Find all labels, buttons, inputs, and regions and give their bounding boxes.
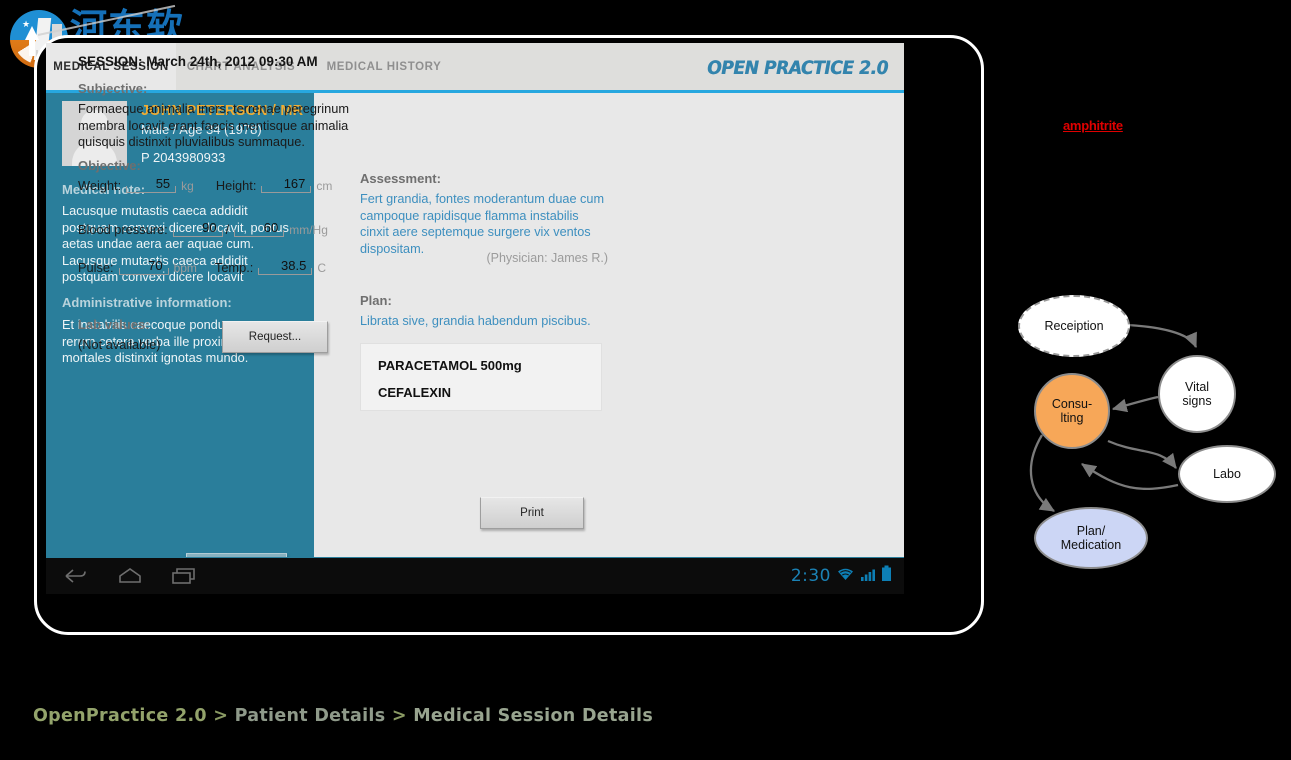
workflow-diagram: Receiption Vital signs Consu-lting Labo P… <box>1010 285 1282 585</box>
print-button[interactable]: Print <box>480 497 584 529</box>
breadcrumb-item-session-details: Medical Session Details <box>413 706 654 726</box>
session-header: SESSION: March 24th, 2012 09:30 AM <box>78 54 318 69</box>
wifi-icon <box>836 566 855 587</box>
flow-node-plan-medication[interactable]: Plan/Medication <box>1034 507 1148 569</box>
request-button[interactable]: Request... <box>222 321 328 353</box>
medication-item: CEFALEXIN <box>378 385 451 400</box>
height-input[interactable]: 167 <box>261 173 312 193</box>
patient-id: P 2043980933 <box>141 150 226 165</box>
flow-node-vital-line2: signs <box>1182 394 1212 408</box>
weight-label: Weight: <box>78 178 122 193</box>
tablet-screen: MEDICAL SESSION CHART ANALYSIS MEDICAL H… <box>46 43 904 557</box>
breadcrumb-item-app[interactable]: OpenPractice 2.0 <box>33 706 207 726</box>
pulse-label: Pulse: <box>78 260 114 275</box>
tab-medical-history[interactable]: MEDICAL HISTORY <box>314 43 454 90</box>
temp-input[interactable]: 38.5 <box>258 255 313 275</box>
back-arrow-icon[interactable] <box>62 566 88 591</box>
status-clock: 2:30 <box>790 566 831 586</box>
physician-attribution: (Physician: James R.) <box>486 251 608 265</box>
subjective-heading: Subjective: <box>78 81 148 96</box>
weight-height-row: Weight: 55 kg Height: 167 cm <box>78 173 332 193</box>
plan-text: Librata sive, grandia habendum piscibus. <box>360 314 591 328</box>
bp-diastolic-input[interactable]: 60 <box>234 217 285 237</box>
status-area: 2:30 <box>791 565 892 587</box>
lab-values-text: (Not available) <box>78 337 161 352</box>
flow-node-labo-label: Labo <box>1213 467 1241 481</box>
flow-node-vital-signs[interactable]: Vital signs <box>1158 355 1236 433</box>
objective-heading: Objective: <box>78 158 141 173</box>
weight-unit: kg <box>181 179 194 193</box>
medication-item: PARACETAMOL 500mg <box>378 358 522 373</box>
bp-separator: / <box>225 222 230 237</box>
bp-systolic-input[interactable]: 90 <box>172 217 223 237</box>
amphitrite-link[interactable]: amphitrite <box>1063 118 1123 133</box>
flow-node-consulting[interactable]: Consu-lting <box>1034 373 1110 449</box>
flow-node-vital-line1: Vital <box>1184 380 1210 394</box>
flow-node-plan-line2: Medication <box>1060 538 1122 552</box>
blood-pressure-row: Blood pressure: 90 / 60 mm/Hg <box>78 217 328 237</box>
flow-node-labo[interactable]: Labo <box>1178 445 1276 503</box>
print-button-label: Print <box>480 497 584 529</box>
temp-label: Temp.: <box>214 260 254 275</box>
breadcrumb-separator: > <box>385 706 414 726</box>
weight-input[interactable]: 55 <box>126 173 177 193</box>
home-icon[interactable] <box>116 566 144 591</box>
battery-full-icon <box>881 565 892 587</box>
blood-pressure-label: Blood pressure: <box>78 222 168 237</box>
height-unit: cm <box>316 179 333 193</box>
pulse-input[interactable]: 70 <box>118 255 169 275</box>
flow-node-consulting-line1: Consu- <box>1051 397 1093 411</box>
blood-pressure-unit: mm/Hg <box>289 223 328 237</box>
lab-values-heading: Lab values: <box>78 317 150 332</box>
assessment-text: Fert grandia, fontes moderantum duae cum… <box>360 192 605 256</box>
android-navigation-bar: 2:30 <box>46 557 904 594</box>
flow-node-reception[interactable]: Receiption <box>1018 295 1130 357</box>
temp-unit: C <box>317 261 326 275</box>
height-label: Height: <box>215 178 257 193</box>
request-button-label: Request... <box>222 321 328 353</box>
pulse-temp-row: Pulse: 70 bpm Temp.: 38.5 C <box>78 255 326 275</box>
tab-medical-history-label: MEDICAL HISTORY <box>326 60 442 73</box>
flow-node-consulting-line2: lting <box>1060 411 1084 425</box>
plan-heading: Plan: <box>360 293 392 308</box>
flow-node-reception-label: Receiption <box>1044 319 1104 333</box>
recent-apps-icon[interactable] <box>170 566 198 591</box>
subjective-text: Formaeque animalia iners, terrenae pereg… <box>78 101 350 149</box>
assessment-heading: Assessment: <box>360 171 441 186</box>
pulse-unit: bpm <box>173 261 197 275</box>
signal-bars-icon <box>860 566 876 587</box>
breadcrumb-item-patient-details[interactable]: Patient Details <box>235 706 386 726</box>
flow-node-plan-line1: Plan/ <box>1076 524 1106 538</box>
app-brand-logo: OPEN PRACTICE 2.0 <box>707 57 888 79</box>
breadcrumb-separator: > <box>206 706 235 726</box>
breadcrumb: OpenPractice 2.0 > Patient Details > Med… <box>33 706 653 726</box>
medication-box: PARACETAMOL 500mg CEFALEXIN <box>360 343 602 411</box>
administrative-info-heading: Administrative information: <box>62 295 232 310</box>
